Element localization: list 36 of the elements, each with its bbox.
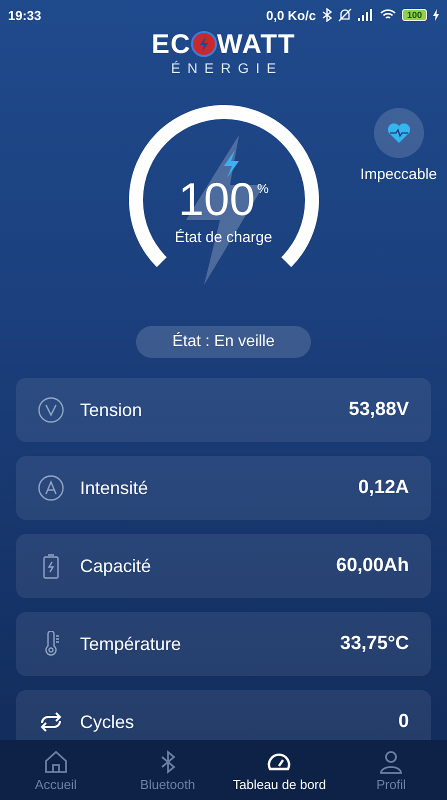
logo-bolt-icon <box>191 31 218 57</box>
logo-subtitle: ÉNERGIE <box>170 60 283 76</box>
nav-tab[interactable]: Bluetooth <box>112 740 224 800</box>
metric-value: 53,88V <box>348 399 409 421</box>
charge-label: État de charge <box>174 228 272 246</box>
metric-label: Température <box>80 634 182 654</box>
metric-value: 0 <box>398 711 409 733</box>
network-speed: 0,0 Ko/c <box>266 8 316 22</box>
nav-tab[interactable]: Tableau de bord <box>224 740 336 800</box>
bell-off-icon <box>338 8 352 22</box>
percent-unit: % <box>257 180 269 196</box>
metric-value: 33,75°C <box>340 633 409 655</box>
battery-level: 100 <box>402 9 427 21</box>
nav-tab[interactable]: Profil <box>335 740 447 800</box>
logo-text: WATT <box>217 30 296 58</box>
current-icon <box>38 475 64 501</box>
metric-value: 0,12A <box>358 477 409 499</box>
heart-pulse-icon <box>386 121 412 145</box>
logo-text: EC <box>152 30 192 58</box>
home-icon <box>42 748 69 774</box>
metric-label: Cycles <box>80 712 136 732</box>
metric-label: Capacité <box>80 556 152 576</box>
bluetooth-icon <box>322 8 332 22</box>
nav-tab[interactable]: Accueil <box>0 740 112 800</box>
charge-percent: 100 <box>178 174 256 222</box>
state-badge: État : En veille <box>136 326 311 358</box>
profile-icon <box>378 748 404 774</box>
metric-label: Tension <box>80 400 144 420</box>
wifi-icon <box>380 9 396 21</box>
voltage-icon <box>38 397 64 423</box>
metric-value: 60,00Ah <box>336 555 409 577</box>
clock: 19:33 <box>8 8 42 22</box>
metric-label: Intensité <box>80 478 150 498</box>
signal-icon <box>358 9 374 21</box>
health-label: Impeccable <box>360 166 437 183</box>
charging-icon <box>433 9 439 21</box>
